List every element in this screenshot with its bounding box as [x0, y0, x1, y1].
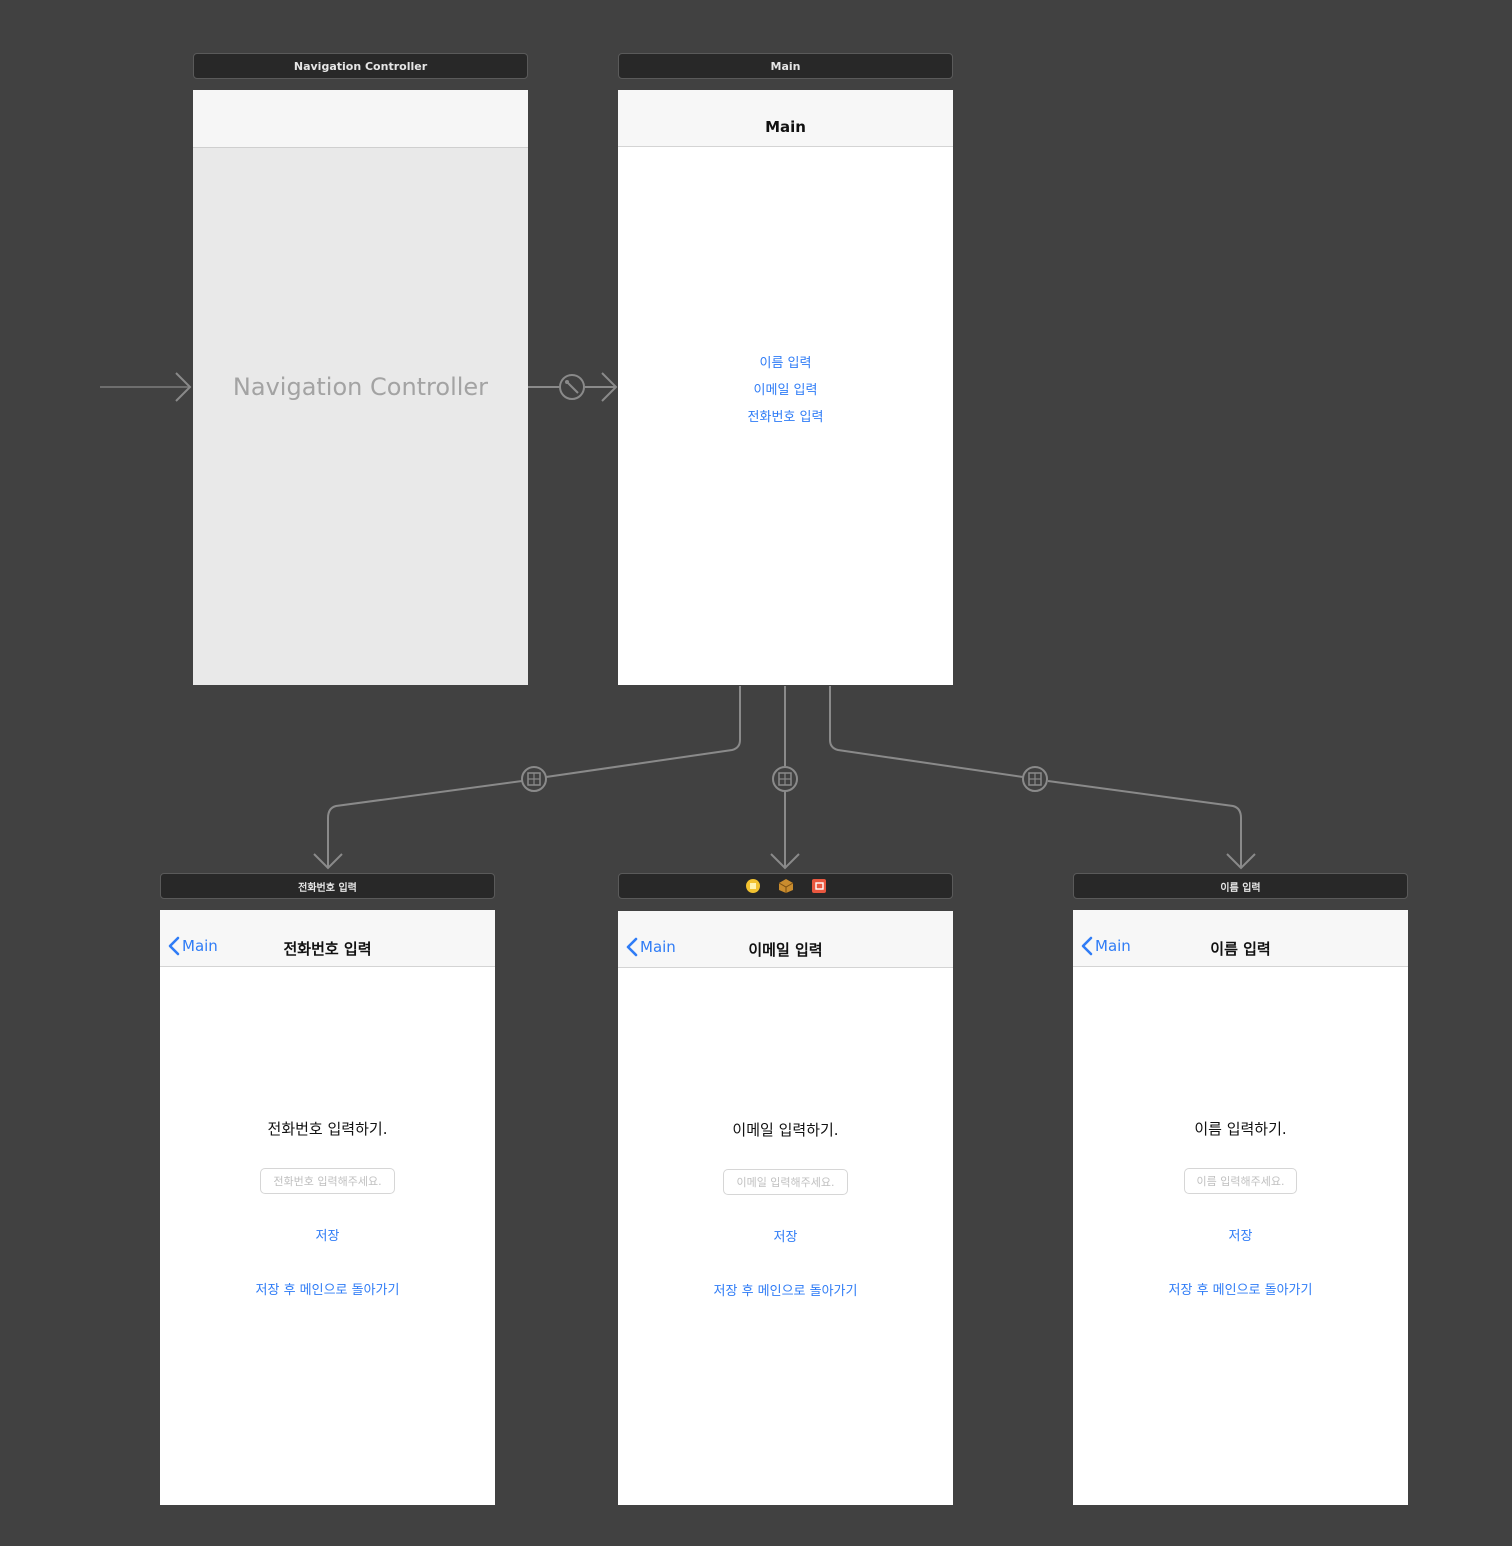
name-screen[interactable]: Main 이름 입력 이름 입력하기. 저장 저장 후 메인으로 돌아가기 — [1073, 910, 1408, 1505]
email-navigation-bar: Main 이메일 입력 — [618, 911, 953, 968]
navigation-controller-screen[interactable]: Navigation Controller — [193, 90, 528, 685]
name-save-button[interactable]: 저장 — [1073, 1225, 1408, 1244]
phone-screen[interactable]: Main 전화번호 입력 전화번호 입력하기. 저장 저장 후 메인으로 돌아가… — [160, 910, 495, 1505]
name-save-return-button[interactable]: 저장 후 메인으로 돌아가기 — [1073, 1279, 1408, 1298]
phone-input-button[interactable]: 전화번호 입력 — [618, 406, 953, 425]
name-navigation-bar: Main 이름 입력 — [1073, 910, 1408, 967]
name-field[interactable] — [1184, 1168, 1297, 1194]
name-prompt-label: 이름 입력하기. — [1194, 1120, 1287, 1138]
email-save-button[interactable]: 저장 — [618, 1226, 953, 1245]
name-nav-title: 이름 입력 — [1210, 940, 1271, 958]
show-segue-icon-name — [1022, 766, 1048, 792]
main-navigation-bar: Main — [618, 90, 953, 147]
email-screen[interactable]: Main 이메일 입력 이메일 입력하기. 저장 저장 후 메인으로 돌아가기 — [618, 911, 953, 1505]
email-save-return-button[interactable]: 저장 후 메인으로 돌아가기 — [618, 1280, 953, 1299]
phone-scene-bar[interactable]: 전화번호 입력 — [160, 873, 495, 899]
view-controller-icon — [745, 879, 760, 893]
segue-name-line — [829, 686, 1024, 778]
phone-prompt-label: 전화번호 입력하기. — [267, 1120, 388, 1138]
phone-save-return-button[interactable]: 저장 후 메인으로 돌아가기 — [160, 1279, 495, 1298]
main-nav-title: Main — [765, 118, 806, 136]
navigation-controller-label: Navigation Controller — [232, 373, 489, 401]
navigation-controller-scene-bar[interactable]: Navigation Controller — [193, 53, 528, 79]
phone-nav-title: 전화번호 입력 — [283, 940, 372, 958]
name-input-button[interactable]: 이름 입력 — [618, 352, 953, 371]
email-nav-title: 이메일 입력 — [748, 941, 823, 959]
email-scene-bar[interactable] — [618, 873, 953, 899]
main-scene-bar[interactable]: Main — [618, 53, 953, 79]
name-scene-bar[interactable]: 이름 입력 — [1073, 873, 1408, 899]
exit-icon — [811, 879, 826, 893]
navigation-bar — [193, 90, 528, 148]
show-segue-icon-email — [772, 766, 798, 792]
email-input-button[interactable]: 이메일 입력 — [618, 379, 953, 398]
segue-phone-line — [545, 686, 741, 778]
phone-save-button[interactable]: 저장 — [160, 1225, 495, 1244]
show-segue-icon-phone — [521, 766, 547, 792]
phone-field[interactable] — [260, 1168, 395, 1194]
relationship-segue-icon — [559, 374, 585, 400]
first-responder-icon — [778, 879, 793, 893]
phone-navigation-bar: Main 전화번호 입력 — [160, 910, 495, 967]
main-screen[interactable]: Main 이름 입력 이메일 입력 전화번호 입력 — [618, 90, 953, 685]
email-field[interactable] — [723, 1169, 848, 1195]
email-prompt-label: 이메일 입력하기. — [732, 1121, 839, 1139]
